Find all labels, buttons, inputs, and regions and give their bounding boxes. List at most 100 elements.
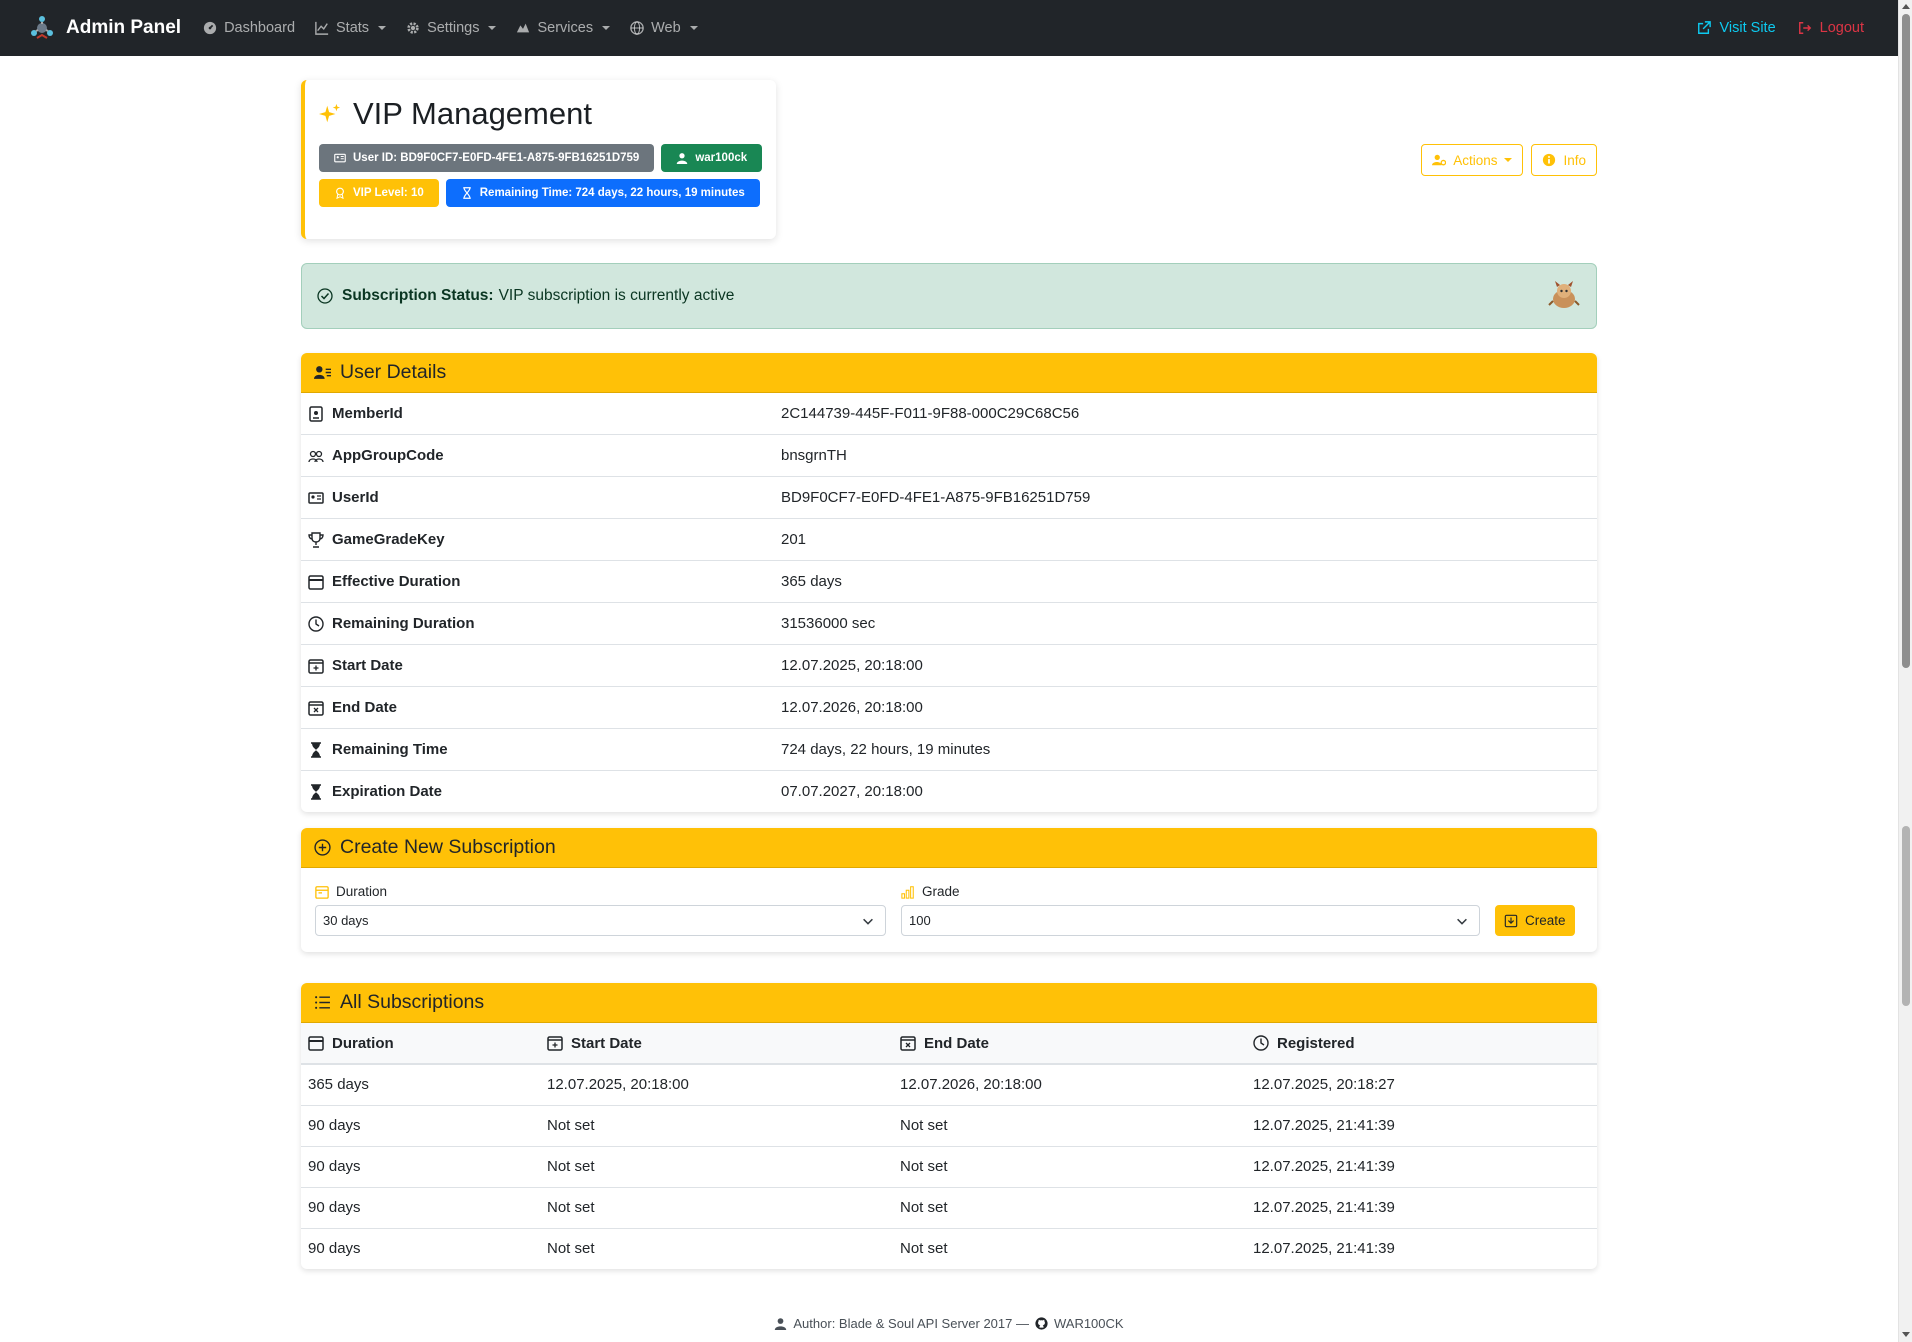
- cell-start-date: Not set: [540, 1146, 893, 1188]
- detail-value: 724 days, 22 hours, 19 minutes: [781, 728, 1597, 771]
- info-button[interactable]: Info: [1531, 144, 1597, 176]
- calendar-x-icon: [308, 700, 324, 716]
- scroll-up-icon[interactable]: [1902, 4, 1910, 9]
- chevron-down-icon: [602, 26, 611, 30]
- table-row: 90 days Not set Not set 12.07.2025, 21:4…: [301, 1187, 1597, 1229]
- cell-end-date: Not set: [893, 1105, 1246, 1147]
- subscriptions-table: Duration Start Date End Date Registered …: [301, 1023, 1597, 1269]
- table-row: UserId BD9F0CF7-E0FD-4FE1-A875-9FB16251D…: [301, 476, 1597, 519]
- id-card-icon: [334, 153, 346, 163]
- footer-github-link[interactable]: WAR100CK: [1054, 1316, 1124, 1331]
- user-details-table: MemberId 2C144739-445F-F011-9F88-000C29C…: [301, 393, 1597, 812]
- cell-start-date: 12.07.2025, 20:18:00: [540, 1064, 893, 1106]
- table-row: Effective Duration 365 days: [301, 560, 1597, 603]
- page-scrollbar[interactable]: [1898, 0, 1912, 1342]
- logout-link[interactable]: Logout: [1798, 20, 1864, 36]
- plus-circle-icon: [314, 839, 331, 856]
- user-details-header: User Details: [301, 353, 1597, 393]
- table-header-row: Duration Start Date End Date Registered: [301, 1023, 1597, 1065]
- footer-author: Author: Blade & Soul API Server 2017 —: [793, 1316, 1029, 1331]
- detail-value: 31536000 sec: [781, 602, 1597, 645]
- remaining-time-badge-text: Remaining Time: 724 days, 22 hours, 19 m…: [479, 187, 745, 199]
- nav-services[interactable]: Services: [516, 20, 611, 36]
- actions-dropdown-button[interactable]: Actions: [1421, 144, 1524, 176]
- create-button[interactable]: Create: [1495, 905, 1575, 936]
- visit-site-link[interactable]: Visit Site: [1697, 20, 1776, 36]
- chevron-down-icon: [689, 26, 698, 30]
- calendar-x-icon: [900, 1036, 916, 1051]
- duration-select[interactable]: 30 days: [315, 905, 886, 936]
- external-link-icon: [1698, 21, 1712, 34]
- create-subscription-header: Create New Subscription: [301, 828, 1597, 868]
- table-row: 90 days Not set Not set 12.07.2025, 21:4…: [301, 1146, 1597, 1188]
- calendar-icon: [308, 1036, 324, 1051]
- grade-label-text: Grade: [922, 884, 960, 899]
- person-gear-icon: [1432, 154, 1447, 166]
- duration-label-text: Duration: [336, 884, 388, 899]
- page-title-text: VIP Management: [353, 96, 592, 131]
- chevron-down-icon: [488, 26, 497, 30]
- table-row: End Date 12.07.2026, 20:18:00: [301, 686, 1597, 729]
- chevron-down-icon: [378, 26, 387, 30]
- all-subscriptions-card: All Subscriptions Duration Start Date En…: [301, 983, 1597, 1269]
- scrollbar-thumb[interactable]: [1902, 14, 1910, 668]
- user-details-title: User Details: [340, 361, 447, 383]
- logout-icon: [1798, 22, 1811, 34]
- nav-web-label: Web: [651, 20, 681, 36]
- nav-settings[interactable]: Settings: [406, 20, 497, 36]
- detail-value: 2C144739-445F-F011-9F88-000C29C68C56: [781, 393, 1597, 435]
- table-row: MemberId 2C144739-445F-F011-9F88-000C29C…: [301, 393, 1597, 435]
- create-button-label: Create: [1525, 913, 1566, 928]
- detail-value: bnsgrnTH: [781, 434, 1597, 477]
- detail-value: 12.07.2025, 20:18:00: [781, 644, 1597, 687]
- calendar-plus-icon: [308, 658, 324, 674]
- vip-level-badge-text: VIP Level: 10: [353, 187, 424, 199]
- clock-icon: [1253, 1035, 1269, 1051]
- subscription-status-text: VIP subscription is currently active: [498, 287, 735, 304]
- nav-web[interactable]: Web: [630, 20, 698, 36]
- scroll-down-icon[interactable]: [1902, 1332, 1910, 1337]
- cell-start-date: Not set: [547, 1240, 595, 1258]
- info-icon: [1543, 153, 1556, 167]
- nav-stats[interactable]: Stats: [315, 20, 387, 36]
- detail-key: End Date: [332, 699, 398, 716]
- cell-duration: 90 days: [301, 1105, 540, 1147]
- detail-key: Start Date: [332, 657, 403, 674]
- page-title: VIP Management: [319, 96, 762, 132]
- sparkles-icon: [319, 103, 341, 123]
- nav-dashboard-label: Dashboard: [224, 20, 296, 36]
- top-navbar: Admin Panel Dashboard Stats Settings Ser…: [0, 0, 1898, 56]
- logo-icon: [31, 16, 53, 39]
- detail-key: MemberId: [332, 405, 403, 422]
- page-footer: Author: Blade & Soul API Server 2017 — W…: [0, 1316, 1898, 1331]
- user-id-badge: User ID: BD9F0CF7-E0FD-4FE1-A875-9FB1625…: [319, 144, 655, 172]
- brand[interactable]: Admin Panel: [28, 14, 181, 42]
- list-icon: [315, 996, 330, 1009]
- services-icon: [517, 23, 530, 33]
- all-subscriptions-title: All Subscriptions: [340, 991, 485, 1013]
- username-badge: war100ck: [661, 144, 763, 172]
- table-row: AppGroupCode bnsgrnTH: [301, 434, 1597, 477]
- cell-registered: 12.07.2025, 21:41:39: [1246, 1187, 1597, 1229]
- column-header: End Date: [924, 1034, 990, 1052]
- table-row: Start Date 12.07.2025, 20:18:00: [301, 644, 1597, 687]
- cell-duration: 365 days: [301, 1064, 540, 1106]
- calendar-icon: [308, 574, 324, 590]
- grade-field: Grade 100: [901, 884, 1480, 936]
- nav-dashboard[interactable]: Dashboard: [203, 20, 295, 36]
- table-row: 365 days 12.07.2025, 20:18:00 12.07.2026…: [301, 1064, 1597, 1106]
- cell-registered: 12.07.2025, 20:18:27: [1246, 1064, 1597, 1106]
- visit-site-label: Visit Site: [1719, 20, 1776, 36]
- table-row: Remaining Time 724 days, 22 hours, 19 mi…: [301, 728, 1597, 771]
- grade-select-value: 100: [909, 913, 931, 928]
- hourglass-icon: [463, 187, 471, 199]
- grade-select[interactable]: 100: [901, 905, 1480, 936]
- cell-end-date: Not set: [893, 1146, 1246, 1188]
- duration-select-value: 30 days: [323, 913, 369, 928]
- cell-end-date: Not set: [893, 1187, 1246, 1229]
- detail-key: Effective Duration: [332, 573, 461, 590]
- person-lines-icon: [314, 366, 331, 379]
- chevron-down-icon: [1457, 918, 1467, 925]
- header-badges: User ID: BD9F0CF7-E0FD-4FE1-A875-9FB1625…: [319, 144, 769, 207]
- vip-level-badge: VIP Level: 10: [319, 179, 439, 207]
